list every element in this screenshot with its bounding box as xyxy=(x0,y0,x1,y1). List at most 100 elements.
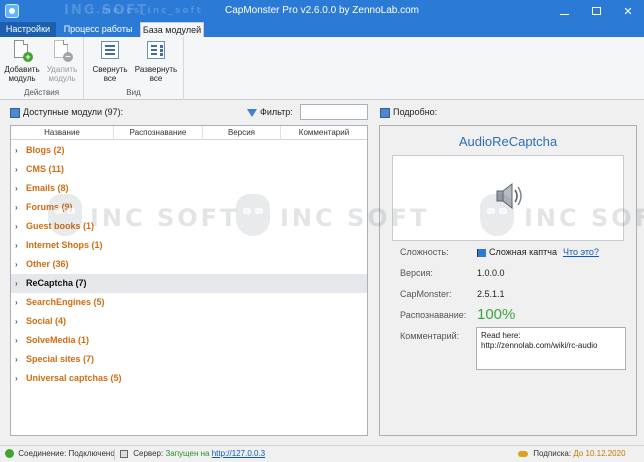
chevron-right-icon: › xyxy=(15,298,18,307)
column-recognition[interactable]: Распознавание xyxy=(114,126,203,140)
comment-label: Комментарий: xyxy=(400,331,460,341)
expand-all-icon xyxy=(145,39,167,63)
modules-panel-header: Доступные модули (97): xyxy=(10,105,123,119)
chevron-right-icon: › xyxy=(15,336,18,345)
tab-settings[interactable]: Настройки xyxy=(0,22,56,37)
minimize-button[interactable] xyxy=(548,0,580,22)
server-label: Сервер: xyxy=(133,449,164,458)
details-icon xyxy=(380,107,390,118)
version-label: Версия: xyxy=(400,268,433,278)
remove-module-button[interactable]: – Удалить модуль xyxy=(42,39,82,83)
collapse-all-button[interactable]: Свернуть все xyxy=(90,39,130,83)
status-separator xyxy=(114,449,115,460)
modules-icon xyxy=(10,107,20,118)
minimize-icon xyxy=(559,13,569,15)
complexity-label: Сложность: xyxy=(400,247,449,257)
capmonster-value: 2.5.1.1 xyxy=(477,289,505,299)
module-name: AudioReCaptcha xyxy=(458,134,558,149)
module-group-row[interactable]: › Universal captchas (5) xyxy=(11,369,367,388)
chevron-right-icon: › xyxy=(15,355,18,364)
server-link[interactable]: http://127.0.0.3 xyxy=(212,449,265,458)
module-group-label: Guest books (1) xyxy=(26,221,95,231)
tab-module-database[interactable]: База модулей xyxy=(140,22,204,37)
details-panel-title: Подробно: xyxy=(393,107,438,117)
ribbon-group-view: Свернуть все Развернуть все Вид xyxy=(84,37,184,100)
connection-value: Подключено xyxy=(68,449,115,458)
chevron-right-icon: › xyxy=(15,279,18,288)
modules-list-header: Название Распознавание Версия Комментари… xyxy=(11,126,367,140)
add-module-label: Добавить модуль xyxy=(4,65,40,83)
captcha-preview xyxy=(392,155,624,241)
what-is-this-link[interactable]: Что это? xyxy=(563,247,599,257)
expand-all-button[interactable]: Развернуть все xyxy=(134,39,178,83)
window-controls: ✕ xyxy=(548,0,644,22)
tab-process[interactable]: Процесс работы xyxy=(62,22,134,37)
column-name[interactable]: Название xyxy=(11,126,114,140)
ribbon-group-view-label: Вид xyxy=(126,88,141,97)
chevron-right-icon: › xyxy=(15,203,18,212)
module-group-label: Social (4) xyxy=(26,316,67,326)
recognition-label: Распознавание: xyxy=(400,310,467,320)
module-group-row[interactable]: › CMS (11) xyxy=(11,160,367,179)
ribbon-tabs: Настройки Процесс работы База модулей xyxy=(0,22,644,37)
module-group-row[interactable]: › Forums (9) xyxy=(11,198,367,217)
add-module-button[interactable]: + Добавить модуль xyxy=(2,39,42,83)
module-group-row[interactable]: › SearchEngines (5) xyxy=(11,293,367,312)
module-group-label: Blogs (2) xyxy=(26,145,65,155)
key-icon xyxy=(518,450,528,457)
module-group-label: SearchEngines (5) xyxy=(26,297,105,307)
maximize-button[interactable] xyxy=(580,0,612,22)
version-value: 1.0.0.0 xyxy=(477,268,505,278)
module-group-row[interactable]: › Special sites (7) xyxy=(11,350,367,369)
status-connection: Соединение: Подключено xyxy=(5,446,115,462)
recognition-value: 100% xyxy=(477,306,516,323)
module-group-row[interactable]: › Blogs (2) xyxy=(11,141,367,160)
module-group-row[interactable]: › Social (4) xyxy=(11,312,367,331)
module-group-row[interactable]: › Emails (8) xyxy=(11,179,367,198)
subscription-label: Подписка: xyxy=(533,449,572,458)
close-button[interactable]: ✕ xyxy=(612,0,644,22)
title-bar: INC SOFT t.me/cs_inc_soft CapMonster Pro… xyxy=(0,0,644,22)
column-comment[interactable]: Комментарий xyxy=(281,126,367,140)
module-group-label: Emails (8) xyxy=(26,183,69,193)
chevron-right-icon: › xyxy=(15,374,18,383)
chevron-right-icon: › xyxy=(15,260,18,269)
module-group-label: Universal captchas (5) xyxy=(26,373,122,383)
module-group-row[interactable]: › Internet Shops (1) xyxy=(11,236,367,255)
server-icon xyxy=(120,449,128,458)
expand-all-label: Развернуть все xyxy=(134,65,178,83)
details-panel-header: Подробно: xyxy=(380,105,437,119)
remove-module-label: Удалить модуль xyxy=(46,65,78,83)
capmonster-label: CapMonster: xyxy=(400,289,452,299)
collapse-all-label: Свернуть все xyxy=(92,65,128,83)
modules-panel-title: Доступные модули (97): xyxy=(23,107,124,117)
module-group-label: ReCaptcha (7) xyxy=(26,278,87,288)
filter-input[interactable] xyxy=(300,104,368,120)
module-groups: › Blogs (2) › CMS (11) › Emails (8) › Forums… xyxy=(11,141,367,388)
chevron-right-icon: › xyxy=(15,222,18,231)
filter-icon xyxy=(247,108,257,117)
module-group-row-selected[interactable]: › ReCaptcha (7) xyxy=(11,274,367,293)
module-group-label: SolveMedia (1) xyxy=(26,335,90,345)
module-group-label: Forums (9) xyxy=(26,202,73,212)
filter-label: Фильтр: xyxy=(260,107,293,117)
module-group-row[interactable]: › Other (36) xyxy=(11,255,367,274)
chevron-right-icon: › xyxy=(15,146,18,155)
ribbon: + Добавить модуль – Удалить модуль Дейст… xyxy=(0,37,644,100)
complexity-value-wrap: Сложная каптча Что это? xyxy=(477,247,599,257)
main-area: Доступные модули (97): Фильтр: Название … xyxy=(0,100,644,445)
column-version[interactable]: Версия xyxy=(203,126,281,140)
connection-label: Соединение: xyxy=(18,449,67,458)
subscription-value: До 10.12.2020 xyxy=(573,449,626,458)
flag-icon xyxy=(477,248,486,257)
chevron-right-icon: › xyxy=(15,184,18,193)
chevron-right-icon: › xyxy=(15,165,18,174)
status-subscription: Подписка: До 10.12.2020 xyxy=(518,446,626,462)
chevron-right-icon: › xyxy=(15,241,18,250)
speaker-icon xyxy=(496,182,522,210)
complexity-value: Сложная каптча xyxy=(489,247,557,257)
ribbon-group-actions-label: Действия xyxy=(23,88,60,97)
comment-field[interactable]: Read here: http://zennolab.com/wiki/rc-a… xyxy=(476,327,626,370)
module-group-row[interactable]: › Guest books (1) xyxy=(11,217,367,236)
module-group-row[interactable]: › SolveMedia (1) xyxy=(11,331,367,350)
